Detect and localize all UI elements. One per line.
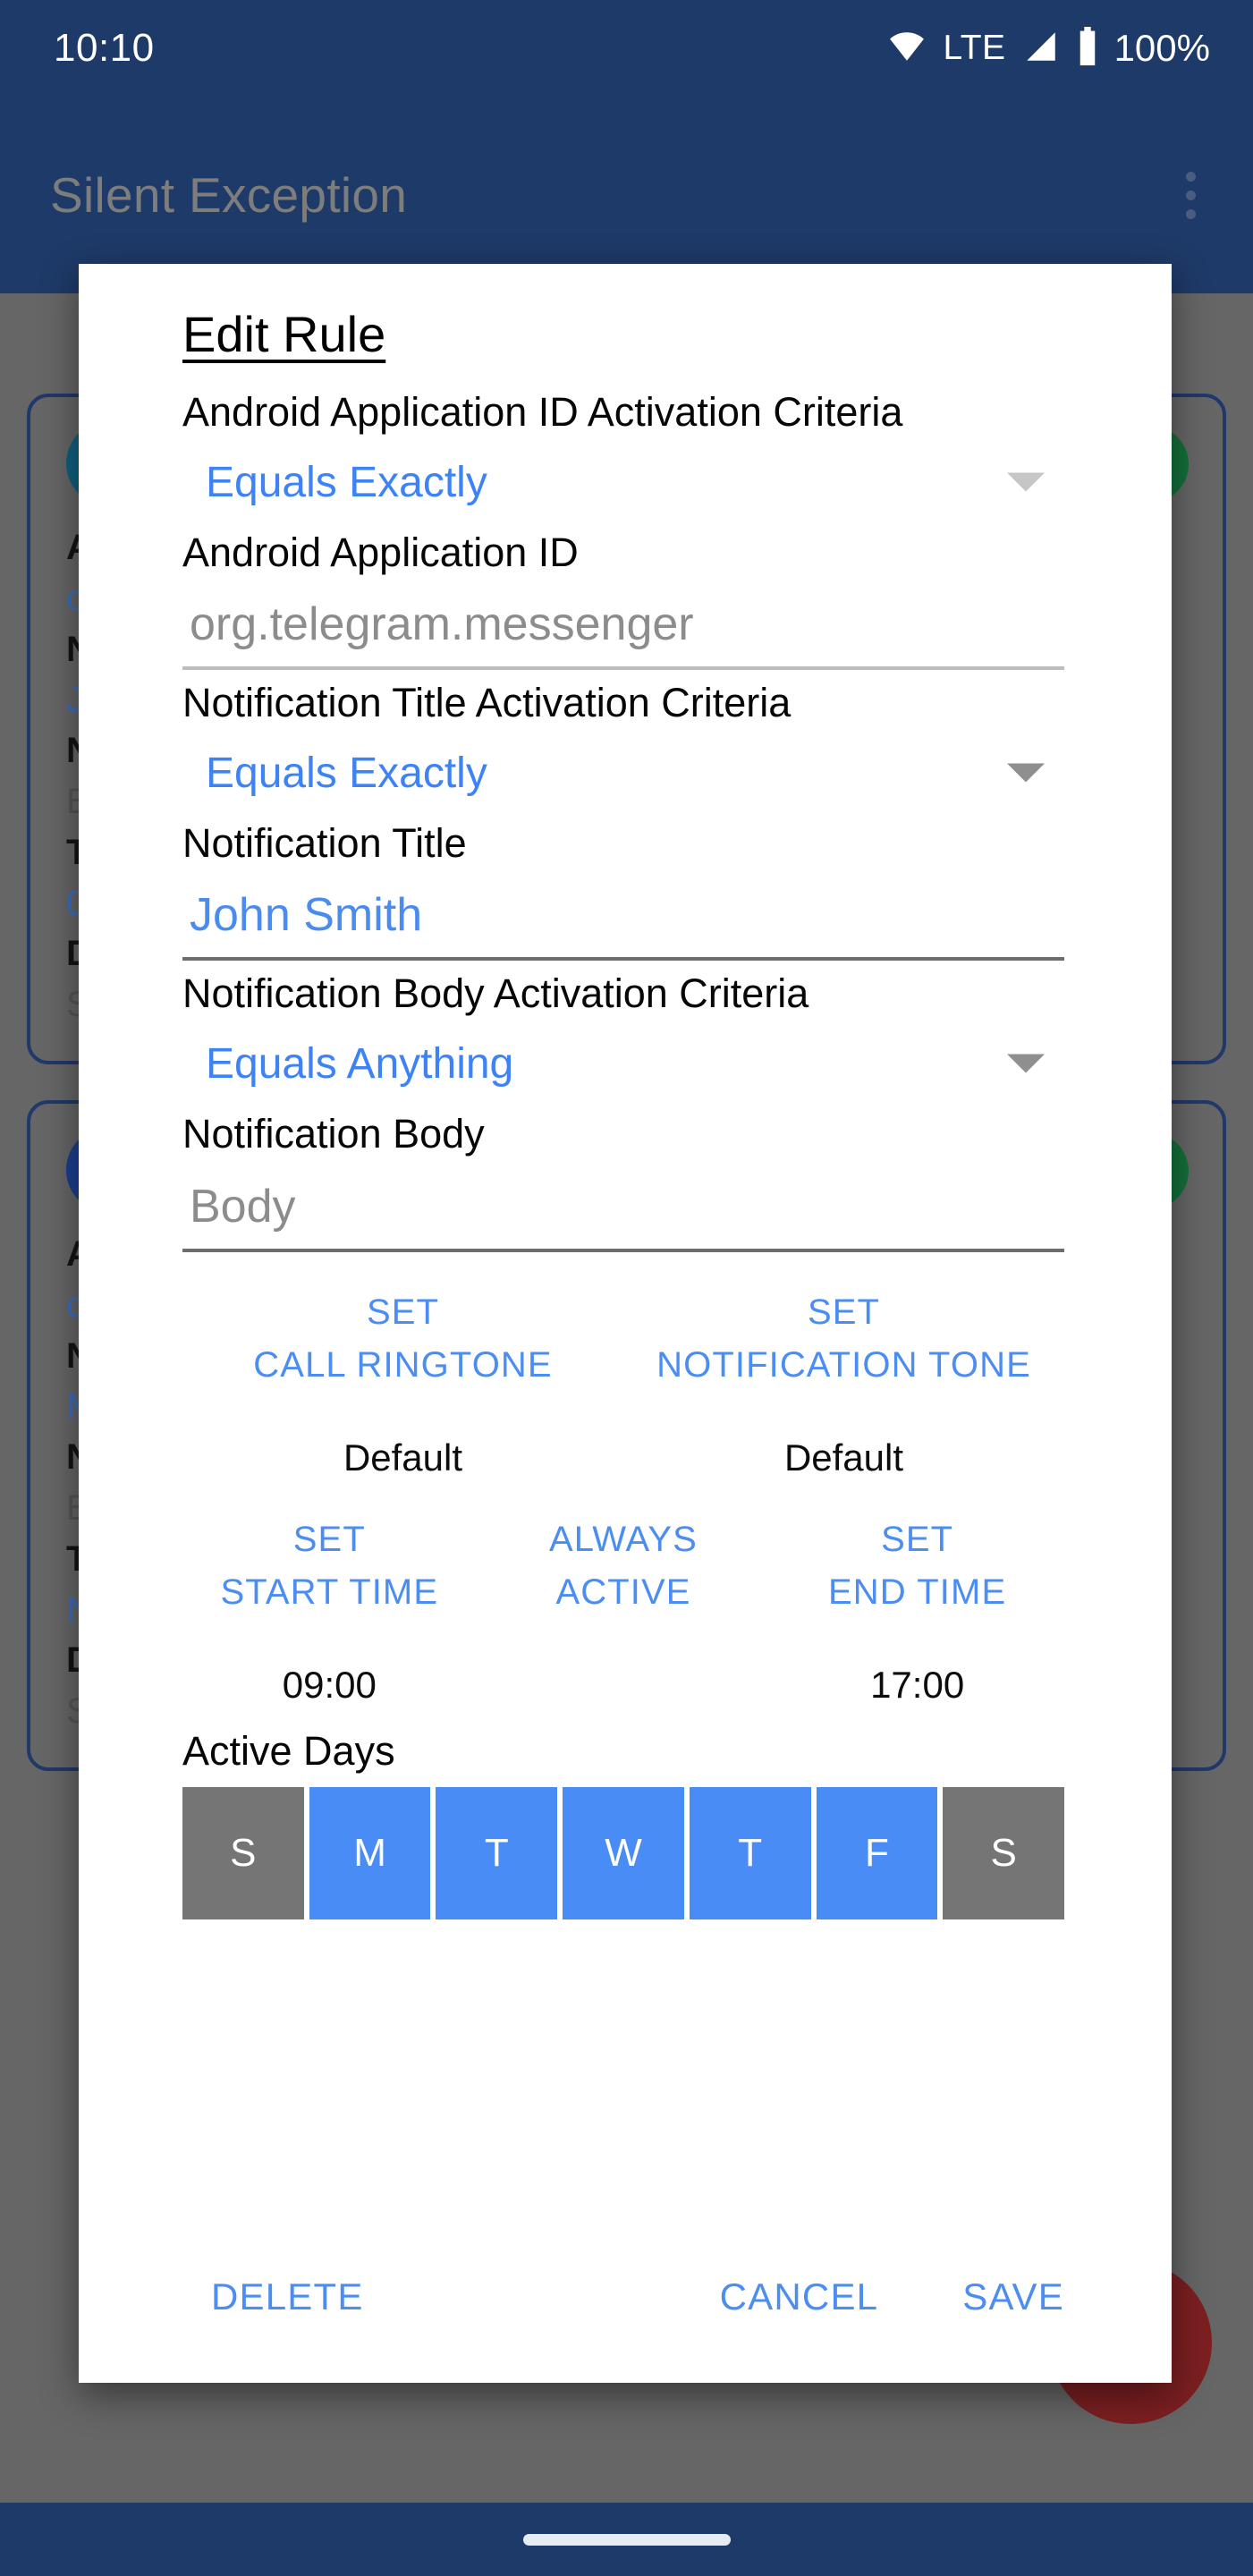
active-days-label: Active Days — [182, 1728, 395, 1775]
set-notification-tone-line1: SET — [807, 1292, 881, 1332]
set-start-time-button[interactable]: SET START TIME — [182, 1503, 477, 1630]
ringtone-value-row: Default Default — [182, 1426, 1064, 1479]
notification-body-criteria-value: Equals Anything — [206, 1039, 514, 1088]
app-id-criteria-spinner[interactable]: Equals Exactly — [182, 439, 1064, 525]
app-id-label: Android Application ID — [182, 530, 579, 576]
network-type-label: LTE — [943, 29, 1006, 67]
always-active-value — [477, 1653, 771, 1707]
overflow-menu-icon[interactable] — [1164, 152, 1217, 238]
set-call-ringtone-button[interactable]: SET CALL RINGTONE — [182, 1275, 623, 1402]
notification-body-input[interactable]: Body — [182, 1173, 1064, 1249]
set-notification-tone-button[interactable]: SET NOTIFICATION TONE — [623, 1275, 1064, 1402]
set-end-time-line2: END TIME — [828, 1572, 1007, 1613]
day-toggle-thursday[interactable]: T — [689, 1787, 811, 1920]
active-days-row: S M T W T F S — [182, 1787, 1065, 1920]
notification-body-criteria-label: Notification Body Activation Criteria — [182, 970, 809, 1017]
delete-button[interactable]: DELETE — [197, 2263, 378, 2331]
set-call-ringtone-label: SET CALL RINGTONE — [182, 1275, 623, 1402]
save-button[interactable]: SAVE — [948, 2263, 1079, 2331]
day-toggle-friday[interactable]: F — [816, 1787, 938, 1920]
chevron-down-icon — [1007, 1054, 1045, 1073]
dialog-footer: DELETE CANCEL SAVE — [79, 2263, 1172, 2331]
cancel-button[interactable]: CANCEL — [706, 2263, 893, 2331]
status-bar: 10:10 LTE 100% — [0, 0, 1253, 97]
day-toggle-saturday[interactable]: S — [943, 1787, 1065, 1920]
start-time-value: 09:00 — [282, 1664, 377, 1707]
notification-tone-value: Default — [783, 1436, 904, 1479]
notification-title-input[interactable]: John Smith — [182, 881, 1064, 957]
end-time-value: 17:00 — [870, 1664, 965, 1707]
set-end-time-line1: SET — [881, 1519, 954, 1559]
notification-title-criteria-value: Equals Exactly — [206, 749, 487, 797]
app-id-criteria-label: Android Application ID Activation Criter… — [182, 389, 903, 435]
set-start-time-line2: START TIME — [220, 1572, 439, 1613]
always-active-line2: ACTIVE — [555, 1572, 691, 1613]
notification-body-criteria-spinner[interactable]: Equals Anything — [182, 1021, 1064, 1106]
battery-icon — [1076, 26, 1099, 71]
status-indicators: LTE 100% — [886, 26, 1210, 71]
day-toggle-wednesday[interactable]: W — [563, 1787, 684, 1920]
always-active-label: ALWAYS ACTIVE — [477, 1503, 771, 1630]
notification-body-label: Notification Body — [182, 1111, 485, 1157]
day-toggle-sunday[interactable]: S — [182, 1787, 304, 1920]
set-start-time-line1: SET — [292, 1519, 366, 1559]
edit-rule-dialog: Edit Rule Android Application ID Activat… — [79, 264, 1172, 2383]
field-underline — [182, 666, 1064, 671]
day-toggle-monday[interactable]: M — [309, 1787, 431, 1920]
call-ringtone-value: Default — [343, 1436, 463, 1479]
dialog-title: Edit Rule — [182, 306, 386, 362]
home-gesture-pill[interactable] — [522, 2533, 731, 2546]
set-call-ringtone-line2: CALL RINGTONE — [253, 1344, 553, 1385]
always-active-line1: ALWAYS — [549, 1519, 698, 1559]
status-clock: 10:10 — [54, 26, 155, 70]
overflow-dot — [1185, 190, 1196, 200]
always-active-button[interactable]: ALWAYS ACTIVE — [477, 1503, 771, 1630]
app-id-field[interactable]: org.telegram.messenger — [182, 580, 1064, 671]
chevron-down-icon — [1007, 472, 1045, 492]
ringtone-button-row: SET CALL RINGTONE SET NOTIFICATION TONE — [182, 1275, 1064, 1402]
notification-title-criteria-label: Notification Title Activation Criteria — [182, 680, 792, 726]
overflow-dot — [1185, 208, 1196, 219]
set-notification-tone-label: SET NOTIFICATION TONE — [623, 1275, 1064, 1402]
battery-percent-label: 100% — [1113, 27, 1210, 69]
phone-screen: 10:10 LTE 100% Silent Exception Ter — [0, 0, 1253, 2576]
page-title: Silent Exception — [50, 167, 408, 223]
notification-title-label: Notification Title — [182, 820, 467, 867]
time-button-row: SET START TIME ALWAYS ACTIVE SET END TIM… — [182, 1503, 1064, 1630]
app-id-input[interactable]: org.telegram.messenger — [182, 590, 1064, 666]
set-end-time-button[interactable]: SET END TIME — [770, 1503, 1064, 1630]
overflow-dot — [1185, 171, 1196, 182]
signal-icon — [1021, 28, 1061, 70]
time-value-row: 09:00 17:00 — [182, 1653, 1064, 1707]
field-underline — [182, 1248, 1064, 1252]
set-start-time-label: SET START TIME — [182, 1503, 477, 1630]
set-notification-tone-line2: NOTIFICATION TONE — [656, 1344, 1031, 1385]
set-call-ringtone-line1: SET — [366, 1292, 440, 1332]
notification-body-field[interactable]: Body — [182, 1162, 1064, 1252]
navigation-bar — [0, 2503, 1253, 2576]
chevron-down-icon — [1007, 763, 1045, 783]
field-underline — [182, 957, 1064, 962]
day-toggle-tuesday[interactable]: T — [436, 1787, 558, 1920]
app-id-criteria-value: Equals Exactly — [206, 458, 487, 506]
set-end-time-label: SET END TIME — [770, 1503, 1064, 1630]
notification-title-field[interactable]: John Smith — [182, 870, 1064, 962]
wifi-icon — [886, 28, 927, 70]
notification-title-criteria-spinner[interactable]: Equals Exactly — [182, 730, 1064, 816]
dialog-body: Edit Rule Android Application ID Activat… — [79, 305, 1172, 1920]
